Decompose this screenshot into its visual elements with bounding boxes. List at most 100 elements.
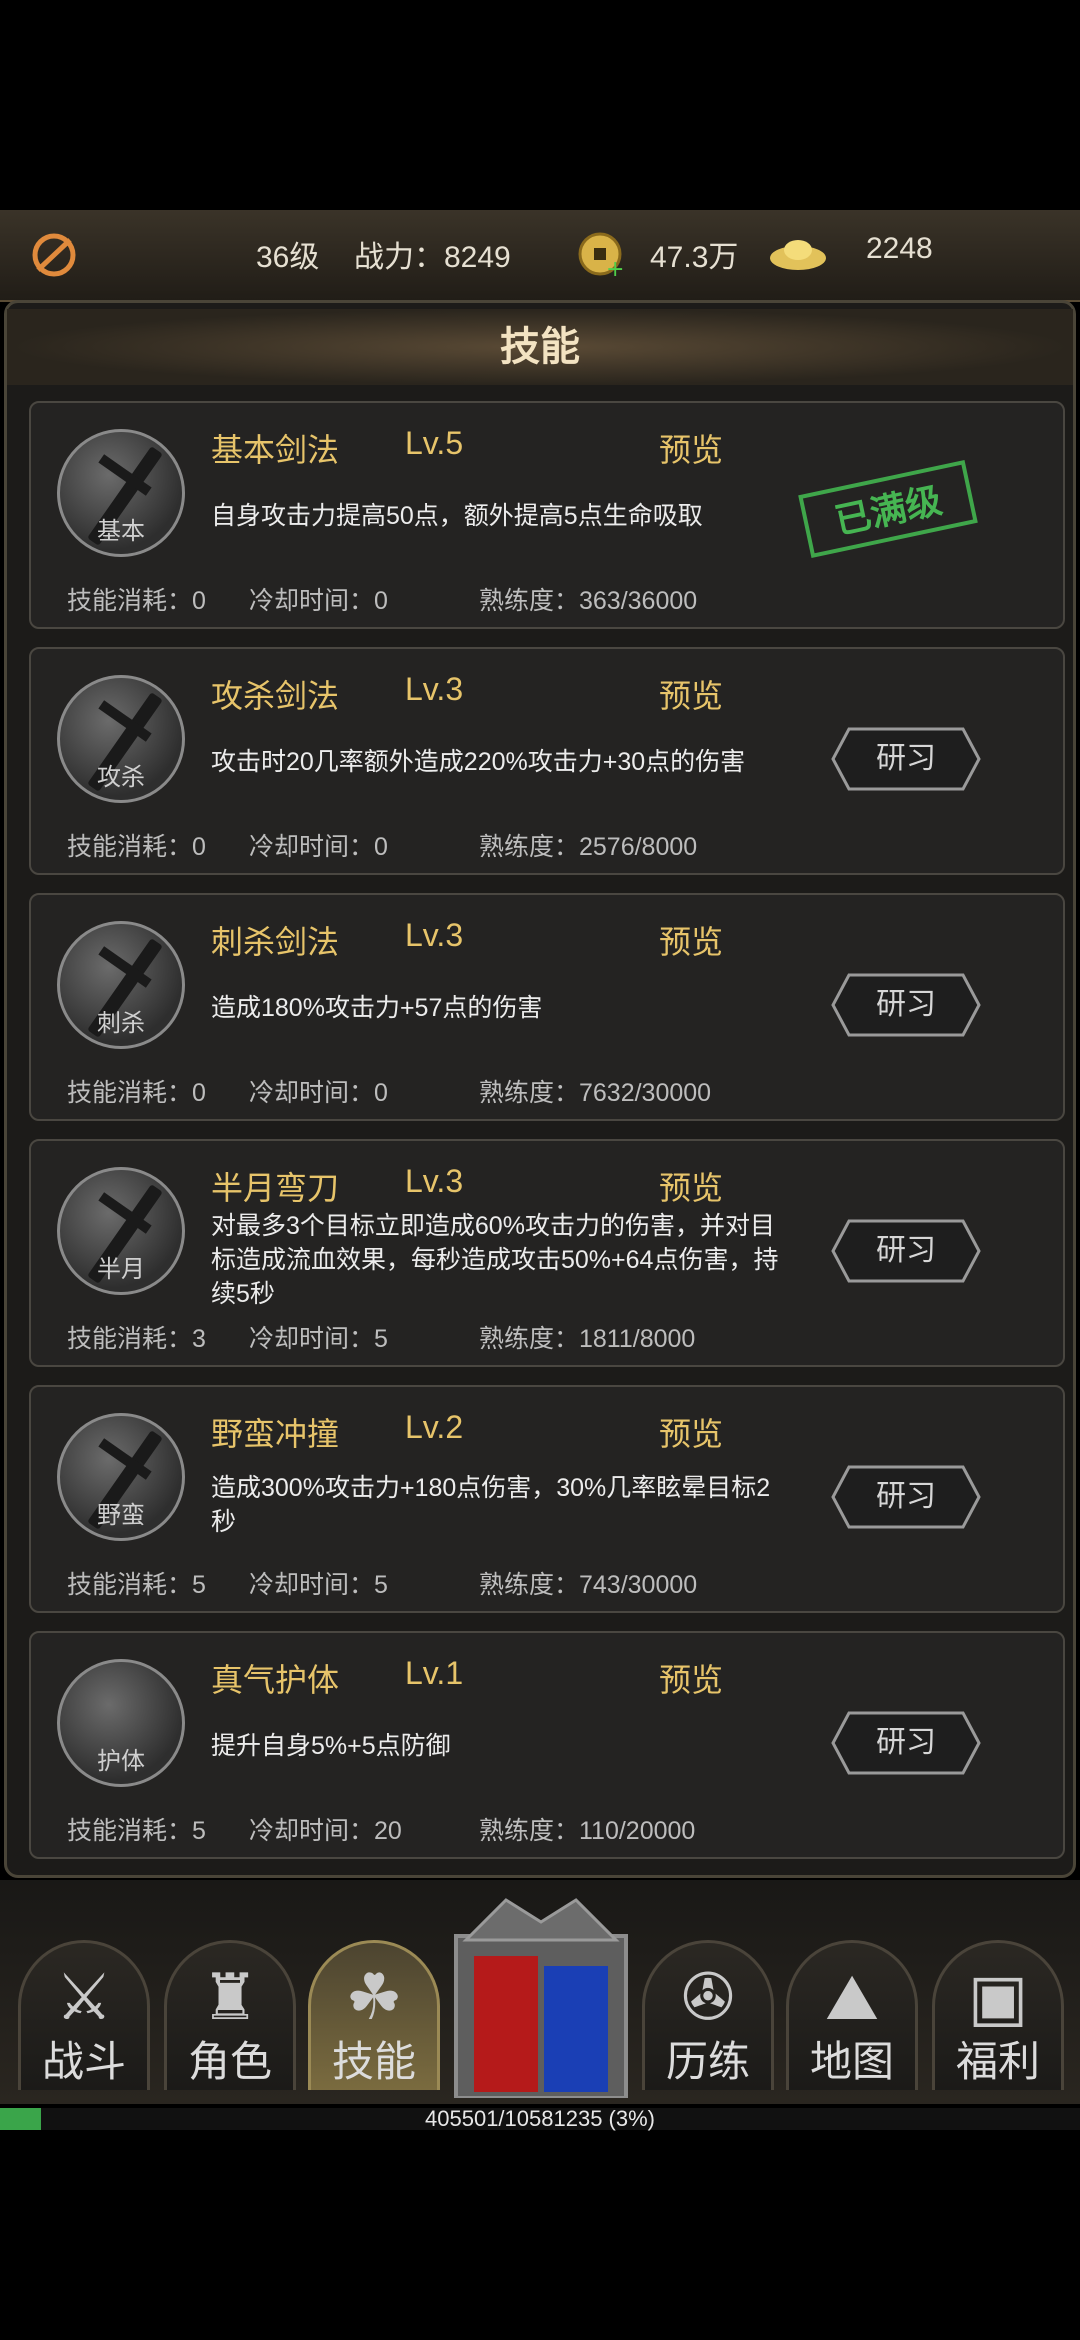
preview-link[interactable]: 预览	[659, 1655, 723, 1701]
nav-label: 福利	[955, 2038, 1040, 2085]
skill-card: 攻杀 攻杀剑法 Lv.3 预览 攻击时20几率额外造成220%攻击力+30点的伤…	[29, 647, 1065, 875]
study-button-label: 研习	[876, 1480, 936, 1513]
combat-power-text: 战力：8249	[354, 241, 511, 274]
experience-bar: 405501/10581235 (3%)	[0, 2106, 1080, 2131]
study-button-label: 研习	[876, 988, 936, 1021]
preview-link[interactable]: 预览	[659, 671, 723, 717]
skill-proficiency: 熟练度：2576/8000	[479, 833, 698, 861]
svg-text:+: +	[606, 257, 624, 280]
coin-amount: 47.3万	[650, 241, 739, 274]
skill-card: 野蛮 野蛮冲撞 Lv.2 预览 造成300%攻击力+180点伤害，30%几率眩晕…	[29, 1385, 1065, 1613]
skill-cost: 技能消耗：0	[67, 1079, 206, 1107]
preview-link[interactable]: 预览	[659, 1163, 723, 1209]
skill-proficiency: 熟练度：1811/8000	[479, 1325, 696, 1353]
nav-label: 战斗	[41, 2038, 126, 2085]
skill-proficiency: 熟练度：363/36000	[479, 587, 698, 615]
study-button-label: 研习	[876, 1234, 936, 1267]
nav-welfare[interactable]: ▣ 福利	[928, 1940, 1068, 2096]
skill-cooldown: 冷却时间：0	[249, 1079, 388, 1107]
nav-label: 地图	[809, 2038, 894, 2085]
skill-cooldown: 冷却时间：20	[249, 1817, 402, 1845]
helmet-icon: ♜	[201, 1961, 259, 2033]
skill-proficiency: 熟练度：743/30000	[479, 1571, 698, 1599]
skill-description: 提升自身5%+5点防御	[211, 1732, 451, 1760]
skill-level: Lv.3	[405, 671, 464, 707]
skill-card: 半月 半月弯刀 Lv.3 预览 对最多3个目标立即造成60%攻击力的伤害，并对目…	[29, 1139, 1065, 1367]
skill-name: 基本剑法	[211, 432, 340, 468]
skill-description: 自身攻击力提高50点，额外提高5点生命吸取	[211, 502, 703, 530]
nav-label: 技能	[331, 2038, 416, 2085]
skill-description: 造成300%攻击力+180点伤害，30%几率眩晕目标2秒	[211, 1474, 771, 1536]
study-button[interactable]: 研习	[831, 1711, 981, 1775]
skill-cooldown: 冷却时间：0	[249, 587, 388, 615]
skill-icon[interactable]: 半月	[57, 1167, 185, 1295]
skill-icon-label: 攻杀	[97, 764, 145, 791]
study-button-label: 研习	[876, 742, 936, 775]
bottom-nav: ⚔ 战斗 ♜ 角色 ☘ 技能 ✇ 历练 ⛰ 地图 ▣ 福利	[0, 1880, 1080, 2104]
skill-icon-label: 半月	[97, 1256, 145, 1283]
no-fight-icon[interactable]	[28, 230, 82, 280]
skill-name: 半月弯刀	[211, 1170, 340, 1206]
nav-skills[interactable]: ☘ 技能	[304, 1940, 444, 2096]
triskele-icon: ✇	[681, 1961, 735, 2033]
skill-cost: 技能消耗：0	[67, 587, 206, 615]
skill-icon[interactable]: 护体	[57, 1659, 185, 1787]
preview-link[interactable]: 预览	[659, 917, 723, 963]
skill-cost: 技能消耗：5	[67, 1817, 206, 1845]
skill-level: Lv.3	[405, 1163, 464, 1199]
skill-description: 攻击时20几率额外造成220%攻击力+30点的伤害	[211, 748, 746, 776]
skill-cooldown: 冷却时间：5	[249, 1571, 388, 1599]
skill-icon-label: 野蛮	[97, 1502, 145, 1529]
skill-name: 刺杀剑法	[211, 924, 340, 960]
max-level-stamp: 已满级	[798, 460, 978, 558]
portal-gate-icon[interactable]	[446, 1896, 636, 2098]
study-button[interactable]: 研习	[831, 1219, 981, 1283]
map-icon: ⛰	[825, 1961, 879, 2033]
skill-level: Lv.1	[405, 1655, 464, 1691]
skill-card: 护体 真气护体 Lv.1 预览 提升自身5%+5点防御 研习 技能消耗：5 冷却…	[29, 1631, 1065, 1859]
skill-icon[interactable]: 基本	[57, 429, 185, 557]
nav-training[interactable]: ✇ 历练	[638, 1940, 778, 2096]
preview-link[interactable]: 预览	[659, 425, 723, 471]
study-button[interactable]: 研习	[831, 727, 981, 791]
study-button[interactable]: 研习	[831, 1465, 981, 1529]
skill-icon-label: 护体	[97, 1748, 145, 1775]
top-status-bar: 36级 战力：8249 + 47.3万 2248	[0, 210, 1080, 302]
panel-title: 技能	[7, 309, 1073, 385]
skill-name: 真气护体	[211, 1662, 340, 1698]
skill-level: Lv.3	[405, 917, 464, 953]
preview-link[interactable]: 预览	[659, 1409, 723, 1455]
skill-icon[interactable]: 攻杀	[57, 675, 185, 803]
experience-text: 405501/10581235 (3%)	[425, 2106, 655, 2131]
nav-character[interactable]: ♜ 角色	[160, 1940, 300, 2096]
skill-proficiency: 熟练度：7632/30000	[479, 1079, 712, 1107]
skill-icon[interactable]: 刺杀	[57, 921, 185, 1049]
skill-cost: 技能消耗：3	[67, 1325, 206, 1353]
skill-cooldown: 冷却时间：0	[249, 833, 388, 861]
skill-proficiency: 熟练度：110/20000	[479, 1817, 696, 1845]
nav-map[interactable]: ⛰ 地图	[782, 1940, 922, 2096]
skill-card: 刺杀 刺杀剑法 Lv.3 预览 造成180%攻击力+57点的伤害 研习 技能消耗…	[29, 893, 1065, 1121]
nav-label: 角色	[187, 2038, 272, 2085]
skill-description: 造成180%攻击力+57点的伤害	[211, 994, 543, 1022]
level-text: 36级	[256, 241, 320, 274]
skill-cooldown: 冷却时间：5	[249, 1325, 388, 1353]
skill-name: 野蛮冲撞	[211, 1416, 340, 1452]
skill-cost: 技能消耗：5	[67, 1571, 206, 1599]
nav-label: 历练	[665, 2038, 750, 2085]
triquetra-icon: ☘	[345, 1961, 403, 2033]
skill-name: 攻杀剑法	[211, 678, 340, 714]
study-button[interactable]: 研习	[831, 973, 981, 1037]
coin-icon[interactable]: +	[576, 230, 626, 280]
chest-icon: ▣	[967, 1961, 1029, 2033]
skill-cost: 技能消耗：0	[67, 833, 206, 861]
skill-level: Lv.2	[405, 1409, 464, 1445]
skill-icon[interactable]: 野蛮	[57, 1413, 185, 1541]
skill-level: Lv.5	[405, 425, 464, 461]
skill-icon-label: 基本	[97, 518, 145, 545]
ingot-amount: 2248	[866, 232, 933, 265]
nav-battle[interactable]: ⚔ 战斗	[14, 1940, 154, 2096]
skill-icon-label: 刺杀	[97, 1010, 145, 1037]
skill-description: 对最多3个目标立即造成60%攻击力的伤害，并对目标造成流血效果，每秒造成攻击50…	[211, 1212, 779, 1308]
crossed-swords-icon: ⚔	[55, 1961, 113, 2033]
